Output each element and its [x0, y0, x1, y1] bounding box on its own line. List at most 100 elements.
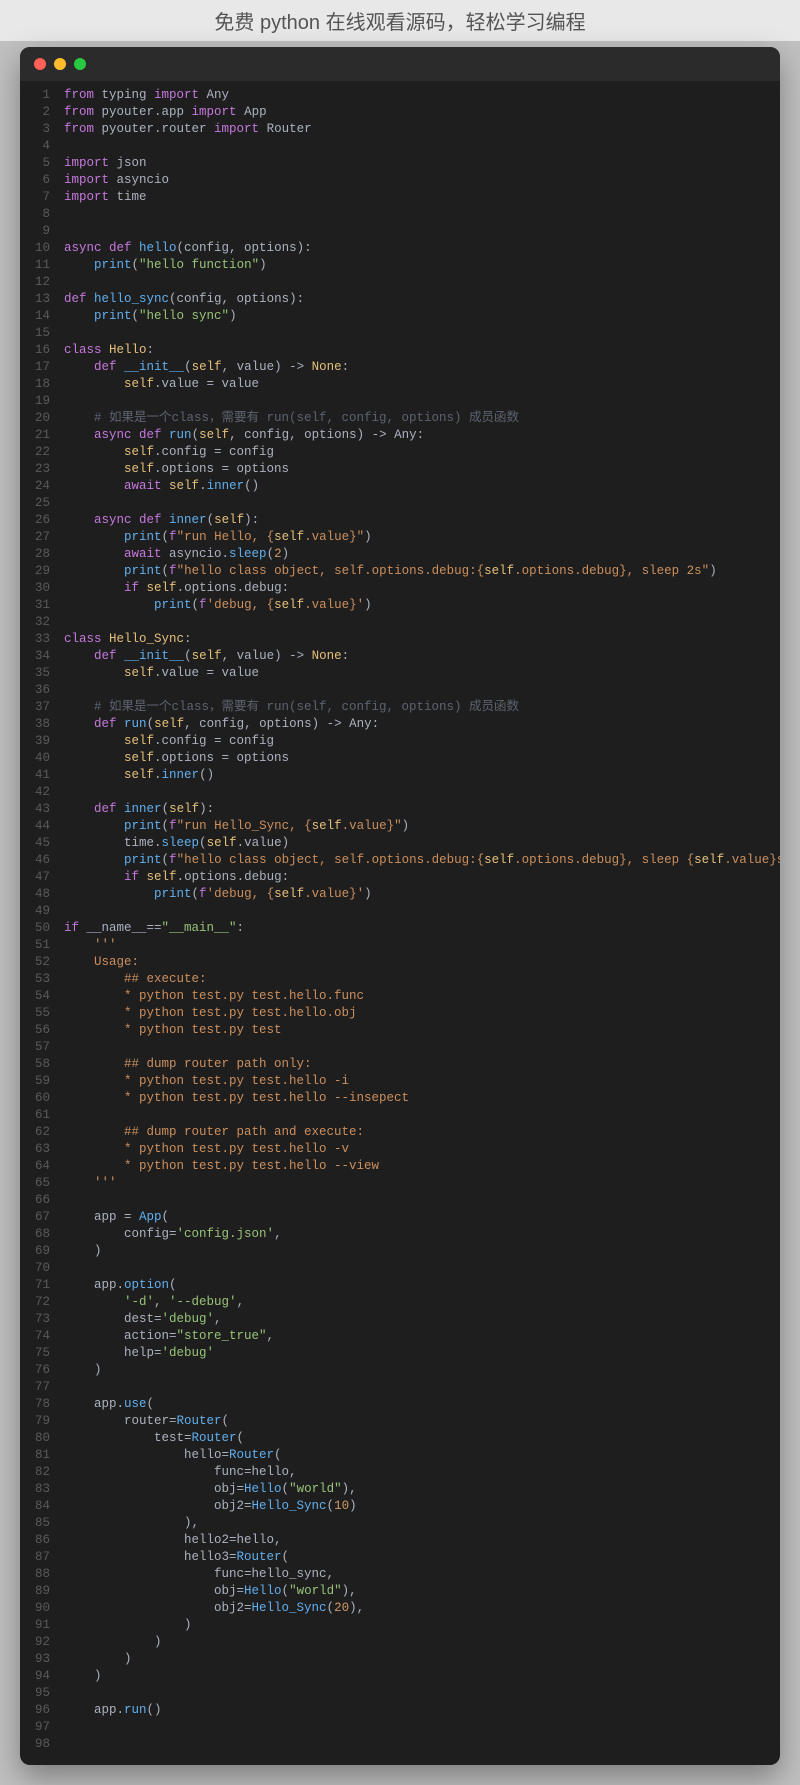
line-number: 51	[20, 937, 64, 954]
code-line: 55 * python test.py test.hello.obj	[20, 1005, 780, 1022]
line-number: 22	[20, 444, 64, 461]
code-area[interactable]: 1from typing import Any2from pyouter.app…	[20, 81, 780, 1765]
code-line: 17 def __init__(self, value) -> None:	[20, 359, 780, 376]
line-number: 36	[20, 682, 64, 699]
line-number: 2	[20, 104, 64, 121]
line-content: obj=Hello("world"),	[64, 1583, 357, 1600]
line-number: 32	[20, 614, 64, 631]
code-line: 34 def __init__(self, value) -> None:	[20, 648, 780, 665]
code-line: 19	[20, 393, 780, 410]
line-number: 73	[20, 1311, 64, 1328]
line-content: import asyncio	[64, 172, 169, 189]
code-line: 54 * python test.py test.hello.func	[20, 988, 780, 1005]
line-content: app = App(	[64, 1209, 169, 1226]
line-number: 57	[20, 1039, 64, 1056]
line-number: 97	[20, 1719, 64, 1736]
line-number: 45	[20, 835, 64, 852]
line-content: print(f'debug, {self.value}')	[64, 597, 372, 614]
line-content: import json	[64, 155, 147, 172]
line-number: 79	[20, 1413, 64, 1430]
line-content: * python test.py test.hello -v	[64, 1141, 349, 1158]
code-line: 4	[20, 138, 780, 155]
code-line: 67 app = App(	[20, 1209, 780, 1226]
line-content: def hello_sync(config, options):	[64, 291, 304, 308]
line-content: )	[64, 1617, 192, 1634]
line-content: config='config.json',	[64, 1226, 282, 1243]
line-number: 59	[20, 1073, 64, 1090]
line-content: print(f"run Hello_Sync, {self.value}")	[64, 818, 409, 835]
line-content: obj2=Hello_Sync(20),	[64, 1600, 364, 1617]
line-number: 63	[20, 1141, 64, 1158]
page-banner: 免费 python 在线观看源码，轻松学习编程	[0, 0, 800, 41]
line-number: 62	[20, 1124, 64, 1141]
code-line: 69 )	[20, 1243, 780, 1260]
code-line: 18 self.value = value	[20, 376, 780, 393]
line-number: 15	[20, 325, 64, 342]
editor-window: 1from typing import Any2from pyouter.app…	[20, 47, 780, 1765]
code-line: 42	[20, 784, 780, 801]
line-number: 58	[20, 1056, 64, 1073]
code-line: 2from pyouter.app import App	[20, 104, 780, 121]
code-line: 31 print(f'debug, {self.value}')	[20, 597, 780, 614]
code-line: 58 ## dump router path only:	[20, 1056, 780, 1073]
line-number: 77	[20, 1379, 64, 1396]
code-line: 52 Usage:	[20, 954, 780, 971]
line-number: 20	[20, 410, 64, 427]
code-line: 86 hello2=hello,	[20, 1532, 780, 1549]
line-content: app.use(	[64, 1396, 154, 1413]
line-content: self.config = config	[64, 444, 274, 461]
line-number: 4	[20, 138, 64, 155]
code-line: 50if __name__=="__main__":	[20, 920, 780, 937]
line-number: 25	[20, 495, 64, 512]
line-number: 42	[20, 784, 64, 801]
line-number: 94	[20, 1668, 64, 1685]
line-content: self.config = config	[64, 733, 274, 750]
line-content: dest='debug',	[64, 1311, 222, 1328]
line-content: '''	[64, 937, 117, 954]
line-number: 86	[20, 1532, 64, 1549]
line-content: print(f"hello class object, self.options…	[64, 852, 780, 869]
code-line: 36	[20, 682, 780, 699]
line-number: 47	[20, 869, 64, 886]
code-line: 96 app.run()	[20, 1702, 780, 1719]
zoom-icon[interactable]	[74, 58, 86, 70]
code-line: 37 # 如果是一个class，需要有 run(self, config, op…	[20, 699, 780, 716]
code-line: 39 self.config = config	[20, 733, 780, 750]
code-line: 20 # 如果是一个class，需要有 run(self, config, op…	[20, 410, 780, 427]
code-line: 73 dest='debug',	[20, 1311, 780, 1328]
line-number: 93	[20, 1651, 64, 1668]
close-icon[interactable]	[34, 58, 46, 70]
code-line: 88 func=hello_sync,	[20, 1566, 780, 1583]
line-content: class Hello_Sync:	[64, 631, 192, 648]
line-number: 13	[20, 291, 64, 308]
line-number: 65	[20, 1175, 64, 1192]
line-number: 64	[20, 1158, 64, 1175]
minimize-icon[interactable]	[54, 58, 66, 70]
line-number: 17	[20, 359, 64, 376]
line-number: 31	[20, 597, 64, 614]
code-line: 53 ## execute:	[20, 971, 780, 988]
code-line: 93 )	[20, 1651, 780, 1668]
line-number: 76	[20, 1362, 64, 1379]
code-line: 79 router=Router(	[20, 1413, 780, 1430]
code-line: 68 config='config.json',	[20, 1226, 780, 1243]
code-line: 35 self.value = value	[20, 665, 780, 682]
line-content: await self.inner()	[64, 478, 259, 495]
line-content: func=hello,	[64, 1464, 297, 1481]
line-content: help='debug'	[64, 1345, 214, 1362]
code-line: 48 print(f'debug, {self.value}')	[20, 886, 780, 903]
code-line: 21 async def run(self, config, options) …	[20, 427, 780, 444]
line-content: app.run()	[64, 1702, 162, 1719]
code-line: 57	[20, 1039, 780, 1056]
code-line: 62 ## dump router path and execute:	[20, 1124, 780, 1141]
code-line: 38 def run(self, config, options) -> Any…	[20, 716, 780, 733]
line-number: 29	[20, 563, 64, 580]
line-number: 7	[20, 189, 64, 206]
code-line: 90 obj2=Hello_Sync(20),	[20, 1600, 780, 1617]
line-number: 69	[20, 1243, 64, 1260]
line-number: 46	[20, 852, 64, 869]
line-content: * python test.py test.hello.func	[64, 988, 364, 1005]
code-line: 13def hello_sync(config, options):	[20, 291, 780, 308]
line-content: def run(self, config, options) -> Any:	[64, 716, 379, 733]
line-number: 41	[20, 767, 64, 784]
